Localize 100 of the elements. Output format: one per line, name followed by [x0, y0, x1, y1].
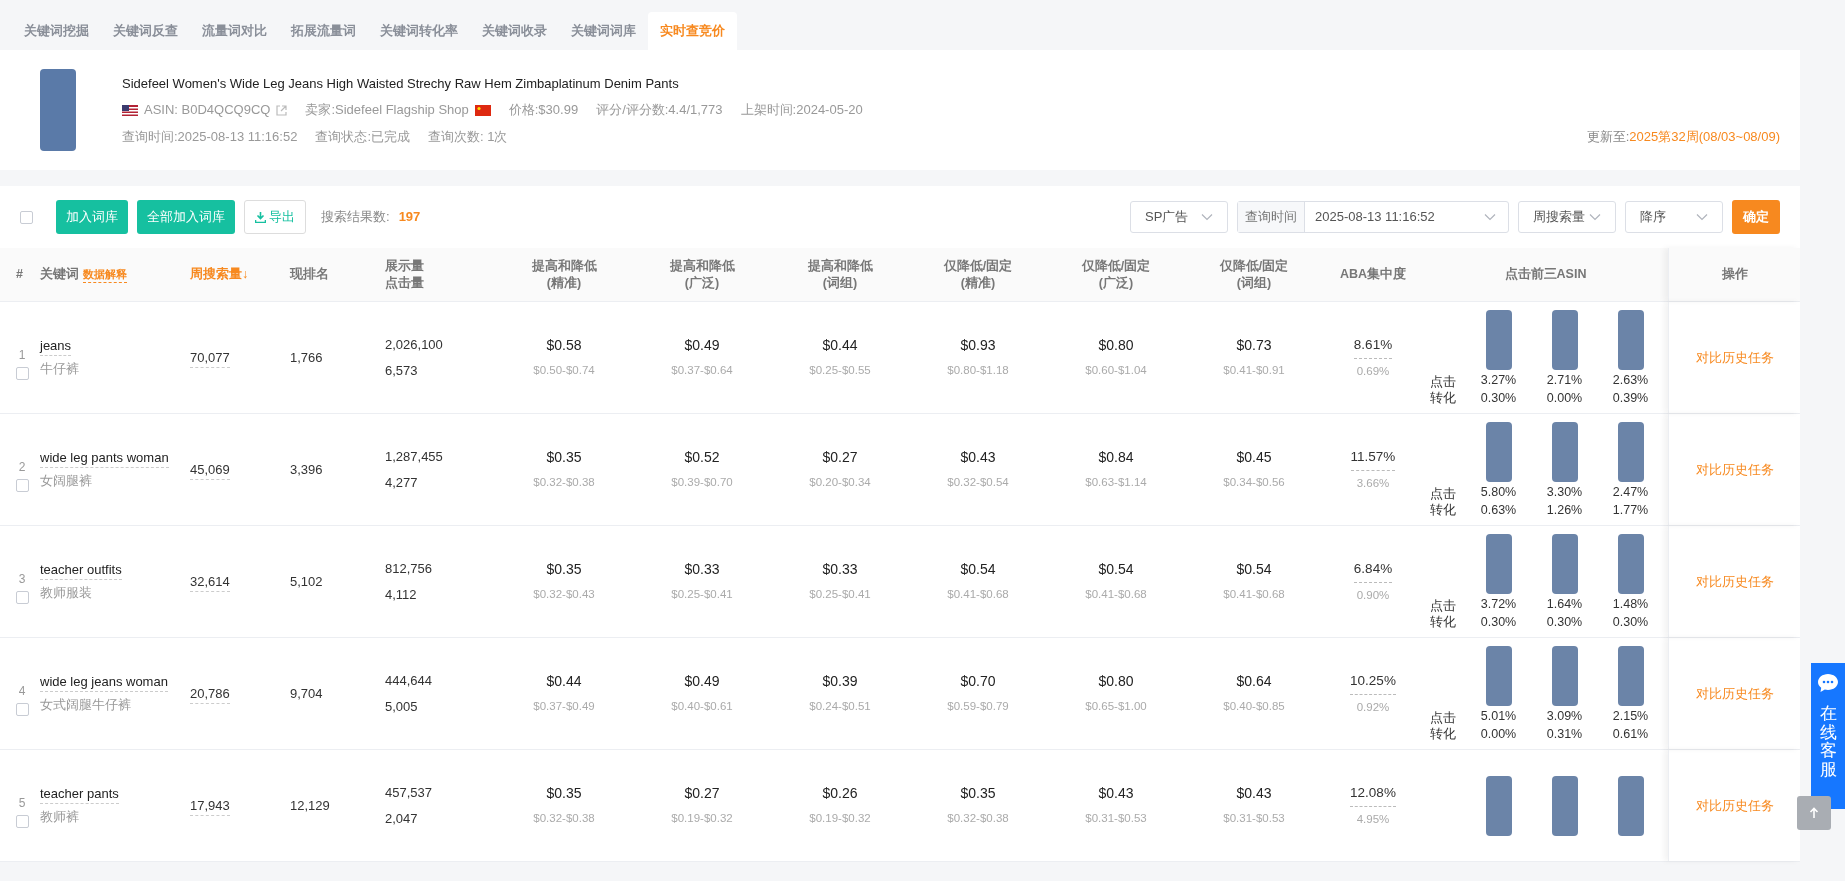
compare-history-link[interactable]: 对比历史任务 — [1695, 683, 1774, 704]
suggested-bid: $0.64 — [1236, 672, 1272, 692]
column-header: 仅降低/固定 (词组) — [1219, 257, 1289, 292]
suggested-bid: $0.35 — [960, 784, 996, 804]
column-header[interactable]: 周搜索量↓ — [190, 266, 249, 283]
tab[interactable]: 关键词挖掘 — [12, 12, 101, 50]
click-share: 1.48% — [1612, 595, 1649, 612]
query-time-select[interactable]: 查询时间 2025-08-13 11:16:52 — [1237, 201, 1509, 233]
metric-label: 转化 — [1429, 389, 1457, 406]
tab[interactable]: 拓展流量词 — [279, 12, 368, 50]
keyword-text[interactable]: wide leg jeans woman — [40, 672, 168, 692]
sort-order-select[interactable]: 降序 — [1625, 201, 1723, 233]
back-to-top-button[interactable] — [1797, 796, 1831, 830]
data-explanation-link[interactable]: 数据解释 — [83, 265, 127, 284]
bid-range: $0.19-$0.32 — [809, 811, 871, 827]
tab[interactable]: 流量词对比 — [190, 12, 279, 50]
suggested-bid: $0.54 — [960, 560, 996, 580]
click-share: 2.63% — [1612, 371, 1649, 388]
compare-history-link[interactable]: 对比历史任务 — [1695, 571, 1774, 592]
query-status-text: 查询状态:已完成 — [315, 127, 410, 146]
checkbox[interactable] — [20, 210, 33, 224]
impressions-value: 444,644 — [385, 672, 433, 690]
checkbox[interactable] — [15, 702, 29, 716]
row-number: 5 — [18, 794, 26, 812]
listed-date-text: 上架时间:2024-05-20 — [740, 101, 863, 120]
checkbox[interactable] — [15, 366, 29, 380]
compare-history-link[interactable]: 对比历史任务 — [1695, 795, 1774, 816]
bid-range: $0.41-$0.68 — [1223, 587, 1285, 603]
keyword-text[interactable]: teacher pants — [40, 784, 119, 804]
keyword-text[interactable]: teacher outfits — [40, 560, 122, 580]
photo-placeholder — [1617, 421, 1644, 482]
weekly-search-volume: 45,069 — [190, 461, 230, 480]
bid-range: $0.25-$0.41 — [809, 587, 871, 603]
keyword-text[interactable]: wide leg pants woman — [40, 448, 169, 468]
suggested-bid: $0.49 — [684, 672, 720, 692]
photo-placeholder — [1617, 533, 1644, 594]
add-all-to-library-button[interactable]: 全部加入词库 — [137, 200, 235, 234]
photo-placeholder — [1485, 775, 1512, 836]
click-share: 1.64% — [1546, 595, 1583, 612]
aba-sub-value: 0.69% — [1356, 363, 1390, 379]
sort-field-select[interactable]: 周搜索量 — [1518, 201, 1616, 233]
conversion-share: 0.30% — [1612, 613, 1649, 630]
current-rank: 1,766 — [290, 349, 323, 365]
metric-label: 点击 — [1429, 373, 1457, 390]
bid-range: $0.32-$0.38 — [533, 475, 595, 491]
suggested-bid: $0.43 — [1236, 784, 1272, 804]
suggested-bid: $0.44 — [822, 336, 858, 356]
column-header: 展示量 点击量 — [385, 257, 424, 292]
export-button[interactable]: 导出 — [244, 200, 306, 234]
column-header: # — [16, 266, 23, 283]
conversion-share: 0.30% — [1546, 613, 1583, 630]
caret-icon — [1484, 213, 1496, 221]
bid-range: $0.32-$0.38 — [533, 811, 595, 827]
impressions-value: 1,287,455 — [385, 448, 444, 466]
compare-history-link[interactable]: 对比历史任务 — [1695, 459, 1774, 480]
bid-range: $0.31-$0.53 — [1085, 811, 1147, 827]
tab[interactable]: 关键词词库 — [559, 12, 648, 50]
bid-range: $0.50-$0.74 — [533, 363, 595, 379]
suggested-bid: $0.52 — [684, 448, 720, 468]
row-number: 4 — [18, 682, 26, 700]
suggested-bid: $0.80 — [1098, 672, 1134, 692]
caret-icon — [1201, 213, 1213, 221]
confirm-button[interactable]: 确定 — [1732, 200, 1780, 234]
suggested-bid: $0.27 — [822, 448, 858, 468]
column-header: 现排名 — [290, 266, 329, 283]
add-to-library-button[interactable]: 加入词库 — [56, 200, 128, 234]
aba-sub-value: 0.92% — [1356, 699, 1390, 715]
checkbox[interactable] — [15, 590, 29, 604]
bid-range: $0.32-$0.38 — [947, 811, 1009, 827]
checkbox[interactable] — [15, 478, 29, 492]
photo-placeholder — [1617, 645, 1644, 706]
suggested-bid: $0.33 — [684, 560, 720, 580]
conversion-share: 0.61% — [1612, 725, 1649, 742]
update-week: 2025第32周(08/03~08/09) — [1629, 127, 1780, 146]
suggested-bid: $0.84 — [1098, 448, 1134, 468]
photo-placeholder — [1485, 421, 1512, 482]
row-number: 2 — [18, 458, 26, 476]
bid-range: $0.31-$0.53 — [1223, 811, 1285, 827]
chat-widget[interactable]: 在线客服 — [1811, 663, 1845, 809]
column-header: 仅降低/固定 (广泛) — [1081, 257, 1151, 292]
external-link-icon[interactable] — [276, 104, 288, 116]
metric-label: 点击 — [1429, 485, 1457, 502]
tab[interactable]: 关键词反查 — [101, 12, 190, 50]
impressions-value: 2,026,100 — [385, 336, 444, 354]
bid-range: $0.40-$0.61 — [671, 699, 733, 715]
tab[interactable]: 关键词转化率 — [368, 12, 470, 50]
conversion-share: 0.63% — [1480, 501, 1517, 518]
tab[interactable]: 实时查竞价 — [648, 12, 737, 50]
clicks-value: 2,047 — [385, 809, 419, 828]
photo-placeholder — [1485, 533, 1512, 594]
suggested-bid: $0.35 — [546, 560, 582, 580]
ad-type-select[interactable]: SP广告 — [1130, 201, 1228, 233]
metric-label: 转化 — [1429, 613, 1457, 630]
compare-history-link[interactable]: 对比历史任务 — [1695, 347, 1774, 368]
photo-placeholder — [1617, 309, 1644, 370]
keyword-text[interactable]: jeans — [40, 336, 72, 356]
tab[interactable]: 关键词收录 — [470, 12, 559, 50]
checkbox[interactable] — [15, 814, 29, 828]
bid-range: $0.25-$0.41 — [671, 587, 733, 603]
query-time-text: 查询时间:2025-08-13 11:16:52 — [122, 127, 298, 146]
